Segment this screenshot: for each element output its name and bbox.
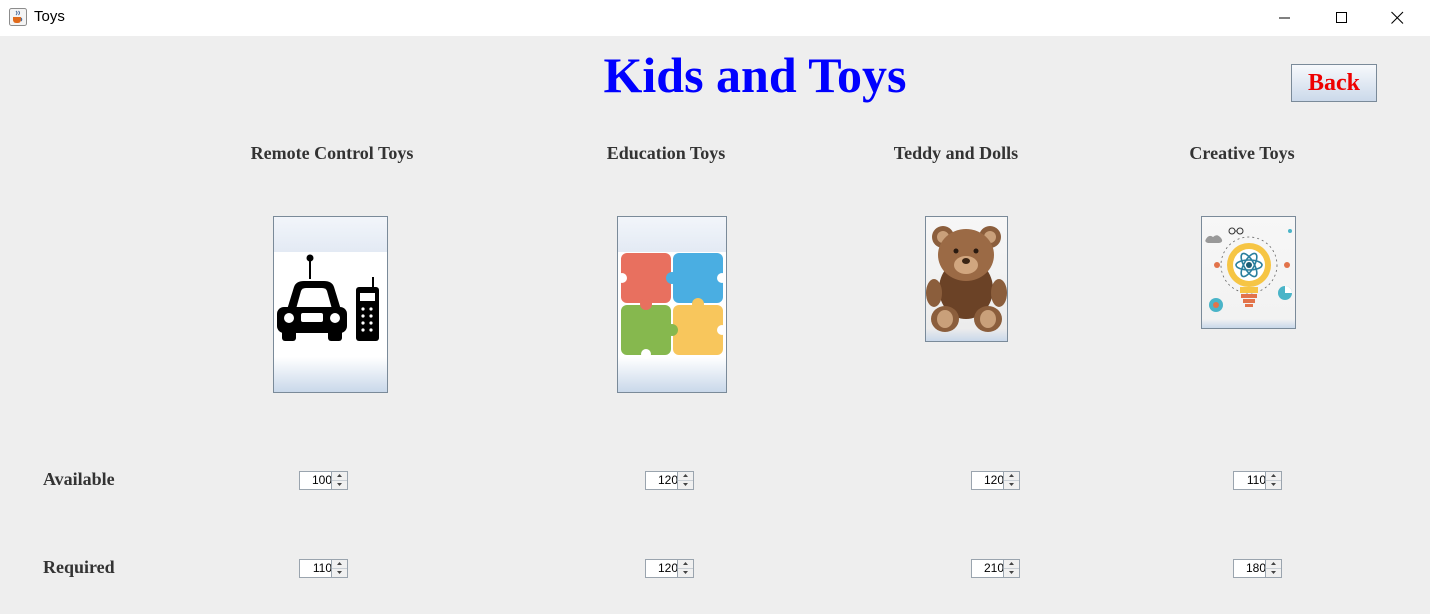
required-spinner-teddy-dolls[interactable]: 210 [971,559,1020,578]
spinner-down-arrow[interactable] [1266,569,1281,577]
close-button[interactable] [1374,0,1420,36]
puzzle-pieces-icon [618,253,726,359]
education-toys-button[interactable] [617,216,727,393]
spinner-down-arrow[interactable] [678,569,693,577]
spinner-value[interactable]: 120 [646,472,678,489]
chevron-down-icon [1271,571,1276,574]
required-spinner-remote-control[interactable]: 110 [299,559,348,578]
window-title: Toys [34,8,65,25]
spinner-arrows [1265,472,1281,489]
chevron-up-icon [337,474,342,477]
spinner-arrows [677,472,693,489]
teddy-bear-icon [926,226,1007,332]
spinner-arrows [331,472,347,489]
spinner-down-arrow[interactable] [1266,481,1281,489]
category-label-teddy-dolls: Teddy and Dolls [893,143,1019,163]
creative-toys-button[interactable] [1201,216,1296,329]
available-spinner-creative[interactable]: 110 [1233,471,1282,490]
available-spinner-teddy-dolls[interactable]: 120 [971,471,1020,490]
minimize-icon [1279,17,1290,19]
spinner-up-arrow[interactable] [1266,472,1281,481]
category-label-remote-control: Remote Control Toys [250,143,414,163]
spinner-up-arrow[interactable] [1004,560,1019,569]
minimize-button[interactable] [1262,0,1308,36]
close-icon [1391,11,1404,24]
spinner-up-arrow[interactable] [332,472,347,481]
spinner-up-arrow[interactable] [332,560,347,569]
spinner-arrows [1003,560,1019,577]
spinner-value[interactable]: 120 [646,560,678,577]
chevron-down-icon [1271,483,1276,486]
available-spinner-education[interactable]: 120 [645,471,694,490]
page-title: Kids and Toys [603,47,907,103]
chevron-up-icon [337,562,342,565]
java-cup-icon [9,8,27,26]
maximize-button[interactable] [1318,0,1364,36]
spinner-down-arrow[interactable] [678,481,693,489]
chevron-down-icon [337,571,342,574]
category-label-creative: Creative Toys [1189,143,1295,163]
category-label-education: Education Toys [606,143,726,163]
window-titlebar: Toys [0,0,1430,36]
maximize-icon [1336,12,1347,23]
spinner-value[interactable]: 120 [972,472,1004,489]
spinner-arrows [677,560,693,577]
chevron-up-icon [1271,562,1276,565]
chevron-up-icon [683,474,688,477]
chevron-down-icon [1009,571,1014,574]
spinner-value[interactable]: 100 [300,472,332,489]
required-spinner-creative[interactable]: 180 [1233,559,1282,578]
spinner-arrows [1265,560,1281,577]
spinner-up-arrow[interactable] [1266,560,1281,569]
spinner-value[interactable]: 210 [972,560,1004,577]
spinner-down-arrow[interactable] [1004,569,1019,577]
required-label: Required [43,557,115,577]
spinner-up-arrow[interactable] [678,560,693,569]
back-button[interactable]: Back [1291,64,1377,102]
chevron-up-icon [1009,562,1014,565]
remote-control-toys-button[interactable] [273,216,388,393]
chevron-down-icon [1009,483,1014,486]
chevron-down-icon [683,571,688,574]
spinner-value[interactable]: 110 [300,560,332,577]
remote-control-car-icon [277,254,379,341]
spinner-down-arrow[interactable] [332,481,347,489]
chevron-down-icon [337,483,342,486]
spinner-arrows [1003,472,1019,489]
spinner-up-arrow[interactable] [678,472,693,481]
available-label: Available [43,469,115,489]
chevron-up-icon [1271,474,1276,477]
spinner-up-arrow[interactable] [1004,472,1019,481]
chevron-down-icon [683,483,688,486]
spinner-down-arrow[interactable] [1004,481,1019,489]
chevron-up-icon [1009,474,1014,477]
spinner-value[interactable]: 180 [1234,560,1266,577]
spinner-value[interactable]: 110 [1234,472,1266,489]
spinner-down-arrow[interactable] [332,569,347,577]
spinner-arrows [331,560,347,577]
teddy-dolls-button[interactable] [925,216,1008,342]
chevron-up-icon [683,562,688,565]
lightbulb-atom-icon [1205,227,1292,312]
required-spinner-education[interactable]: 120 [645,559,694,578]
available-spinner-remote-control[interactable]: 100 [299,471,348,490]
